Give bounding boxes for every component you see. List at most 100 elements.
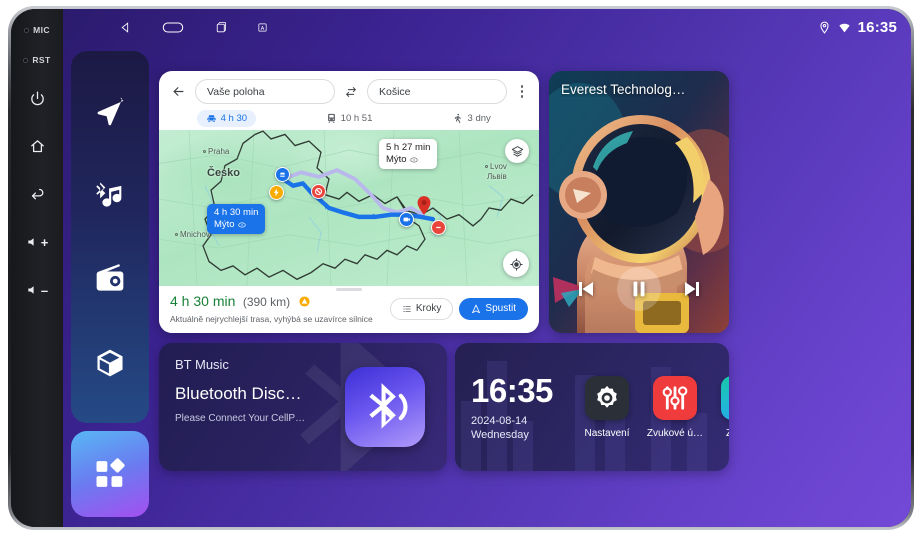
bt-music-icon-tile[interactable] [345, 367, 425, 447]
volume-down-icon [28, 286, 34, 294]
svg-text:A: A [261, 25, 265, 31]
nav-back-button[interactable] [119, 21, 132, 34]
hardware-bezel: MIC RST + – [11, 9, 63, 527]
map-badge-closure[interactable] [311, 184, 326, 199]
home-button[interactable] [24, 133, 50, 159]
travel-mode-car-label: 4 h 30 [220, 112, 248, 124]
volume-down-sign: – [40, 282, 49, 298]
travel-mode-car[interactable]: 4 h 30 [165, 109, 288, 127]
bt-music-app-name: BT Music [175, 357, 229, 372]
nav-home-button[interactable] [162, 21, 184, 34]
map-layers-button[interactable] [505, 139, 529, 163]
map-label-praha: Praha [203, 147, 229, 156]
mic-hole-icon [24, 27, 30, 33]
shortcut-zlink[interactable]: ZLINK5 [709, 375, 729, 439]
back-button[interactable] [24, 181, 50, 207]
nav-ime-button[interactable]: A [257, 22, 268, 33]
more-vertical-icon [520, 85, 524, 88]
map-badge-traffic[interactable] [275, 167, 290, 182]
maps-more-button[interactable] [513, 85, 531, 98]
walk-icon [454, 113, 461, 123]
sidebar-item-bt-music[interactable] [91, 176, 129, 214]
route-alt-toll: Mýto [386, 153, 407, 165]
origin-input[interactable]: Vaše poloha [195, 79, 335, 104]
swap-endpoints-button[interactable] [341, 82, 361, 102]
app-shortcuts: Nastavení Zvukové ú… [573, 375, 729, 439]
route-description: Aktuálně nejrychlejší trasa, vyhýbá se u… [170, 314, 373, 324]
route-sel-toll: Mýto [214, 218, 235, 230]
arrow-back-icon [173, 87, 183, 96]
all-apps-button[interactable] [71, 431, 149, 517]
route-label-alternate[interactable]: 5 h 27 min Mýto [379, 139, 438, 169]
map-badge-hazard[interactable] [269, 185, 284, 200]
travel-mode-walk[interactable]: 3 dny [410, 110, 533, 127]
layers-icon [511, 145, 523, 157]
sidebar-item-navigation[interactable] [91, 92, 129, 130]
shortcut-audio[interactable]: Zvukové ú… [641, 375, 709, 439]
map-badge-noentry[interactable] [431, 220, 446, 235]
wifi-icon [838, 23, 850, 32]
sidebar-item-apps[interactable] [91, 344, 129, 382]
bt-music-hint: Please Connect Your CellP… [175, 413, 306, 424]
pill-home-icon [162, 21, 184, 33]
head-unit-device: MIC RST + – A 16:35 Vaše poloha Košice 4… [8, 6, 914, 530]
reset-indicator[interactable]: RST [23, 55, 50, 65]
shortcut-settings[interactable]: Nastavení [573, 375, 641, 439]
travel-modes: 4 h 30 10 h 51 3 dny [159, 104, 539, 130]
route-distance: (390 km) [242, 295, 291, 309]
start-navigation-button[interactable]: Spustit [459, 297, 528, 320]
media-player-card[interactable]: Everest Technolog… [549, 71, 729, 333]
route-actions: Kroky Spustit [389, 297, 528, 320]
maps-back-button[interactable] [167, 81, 189, 103]
clock-date: 2024-08-14 [471, 414, 528, 427]
zlink-label: ZLINK5 [726, 428, 729, 439]
map-label-lviv: Львів [487, 172, 507, 181]
map-badge-camera[interactable] [399, 212, 414, 227]
bluetooth-icon [369, 383, 408, 429]
power-button[interactable] [24, 85, 50, 111]
swap-arrows-icon [346, 86, 356, 97]
equalizer-icon [662, 385, 688, 410]
route-info-panel: 4 h 30 min (390 km) Aktuálně nejrychlejš… [159, 286, 539, 333]
location-pin-icon [820, 21, 829, 34]
reset-hole-icon [23, 57, 29, 63]
destination-input[interactable]: Košice [367, 79, 507, 104]
travel-mode-transit[interactable]: 10 h 51 [288, 110, 411, 127]
route-duration: 4 h 30 min [170, 293, 236, 309]
clock-time: 16:35 [471, 371, 553, 409]
square-recents-icon [216, 21, 226, 32]
navigation-arrow-icon [472, 304, 481, 313]
nav-recents-button[interactable] [214, 21, 227, 34]
zlink-icon-tile [721, 375, 729, 420]
warning-triangle-icon [299, 296, 310, 307]
media-previous-button[interactable] [570, 274, 600, 304]
travel-mode-walk-label: 3 dny [467, 112, 491, 124]
route-summary: 4 h 30 min (390 km) Aktuálně nejrychlejš… [170, 293, 373, 324]
steps-button[interactable]: Kroky [389, 297, 454, 320]
android-nav-buttons: A [73, 21, 268, 34]
media-controls [549, 267, 729, 311]
reset-label: RST [32, 55, 51, 65]
camera-icon [403, 217, 410, 222]
ime-a-icon: A [258, 22, 267, 31]
clock-block: 16:35 2024-08-14 Wednesday [455, 374, 573, 441]
bt-music-card[interactable]: BT Music Bluetooth Disc… Please Connect … [159, 343, 447, 471]
map-canvas[interactable]: Praha Česko Mnichov Lvov Львів 5 h 27 mi… [159, 130, 539, 286]
media-title: Everest Technolog… [561, 82, 686, 97]
map-label-cesko: Česko [207, 167, 241, 179]
media-pause-button[interactable] [616, 267, 661, 311]
volume-up-button[interactable]: + [24, 229, 50, 255]
toll-icon [409, 157, 418, 163]
triangle-back-icon [121, 21, 129, 33]
volume-down-button[interactable]: – [24, 277, 50, 303]
route-label-selected[interactable]: 4 h 30 min Mýto [207, 204, 266, 234]
sheet-grabber[interactable] [336, 288, 362, 291]
map-recenter-button[interactable] [503, 251, 529, 277]
sidebar-item-radio[interactable] [91, 260, 129, 298]
media-next-button[interactable] [678, 274, 708, 304]
route-sel-duration: 4 h 30 min [214, 207, 259, 218]
closure-icon [314, 187, 323, 196]
clock-weekday: Wednesday [471, 428, 529, 441]
route-warning-badge [299, 296, 310, 307]
settings-label: Nastavení [584, 427, 630, 439]
